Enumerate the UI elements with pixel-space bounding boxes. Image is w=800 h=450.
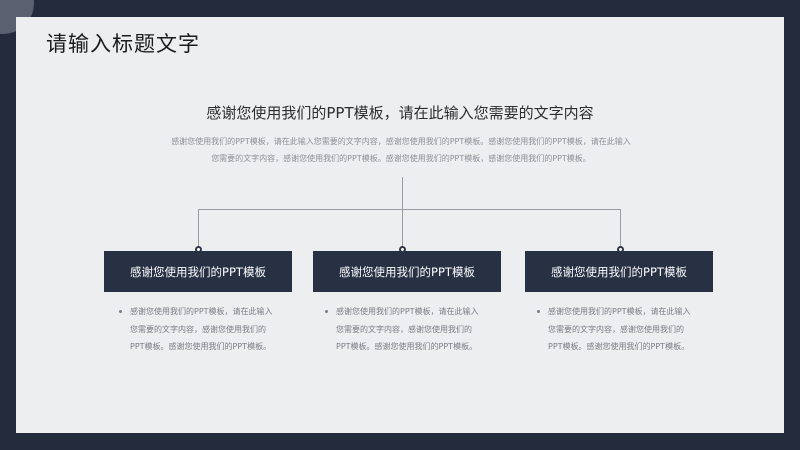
card-description-text: 感谢您使用我们的PPT模板，请在此输入您需要的文字内容，感谢您使用我们的PPT模… bbox=[130, 307, 273, 351]
connector-vertical-left bbox=[198, 209, 199, 249]
bullet-dot bbox=[119, 310, 122, 313]
card-description-3: 感谢您使用我们的PPT模板，请在此输入您需要的文字内容，感谢您使用我们的PPT模… bbox=[534, 303, 694, 356]
bullet-dot bbox=[325, 310, 328, 313]
card-description-text: 感谢您使用我们的PPT模板，请在此输入您需要的文字内容，感谢您使用我们的PPT模… bbox=[336, 307, 479, 351]
connector-vertical-center bbox=[402, 177, 403, 249]
connector-horizontal bbox=[198, 209, 621, 210]
card-description-text: 感谢您使用我们的PPT模板，请在此输入您需要的文字内容，感谢您使用我们的PPT模… bbox=[548, 307, 691, 351]
card-description-2: 感谢您使用我们的PPT模板，请在此输入您需要的文字内容，感谢您使用我们的PPT模… bbox=[322, 303, 482, 356]
card-label-box-2: 感谢您使用我们的PPT模板 bbox=[313, 251, 501, 292]
slide-title: 请输入标题文字 bbox=[46, 32, 200, 56]
slide: 请输入标题文字 感谢您使用我们的PPT模板，请在此输入您需要的文字内容 感谢您使… bbox=[16, 17, 784, 433]
card-label-box-1: 感谢您使用我们的PPT模板 bbox=[104, 251, 292, 292]
intro-paragraph: 感谢您使用我们的PPT模板，请在此输入您需要的文字内容，感谢您使用我们的PPT模… bbox=[171, 137, 631, 163]
connector-vertical-right bbox=[620, 209, 621, 249]
slide-subtitle: 感谢您使用我们的PPT模板，请在此输入您需要的文字内容 bbox=[206, 104, 594, 122]
bullet-dot bbox=[537, 310, 540, 313]
card-label-box-3: 感谢您使用我们的PPT模板 bbox=[525, 251, 713, 292]
card-description-1: 感谢您使用我们的PPT模板，请在此输入您需要的文字内容，感谢您使用我们的PPT模… bbox=[116, 303, 276, 356]
